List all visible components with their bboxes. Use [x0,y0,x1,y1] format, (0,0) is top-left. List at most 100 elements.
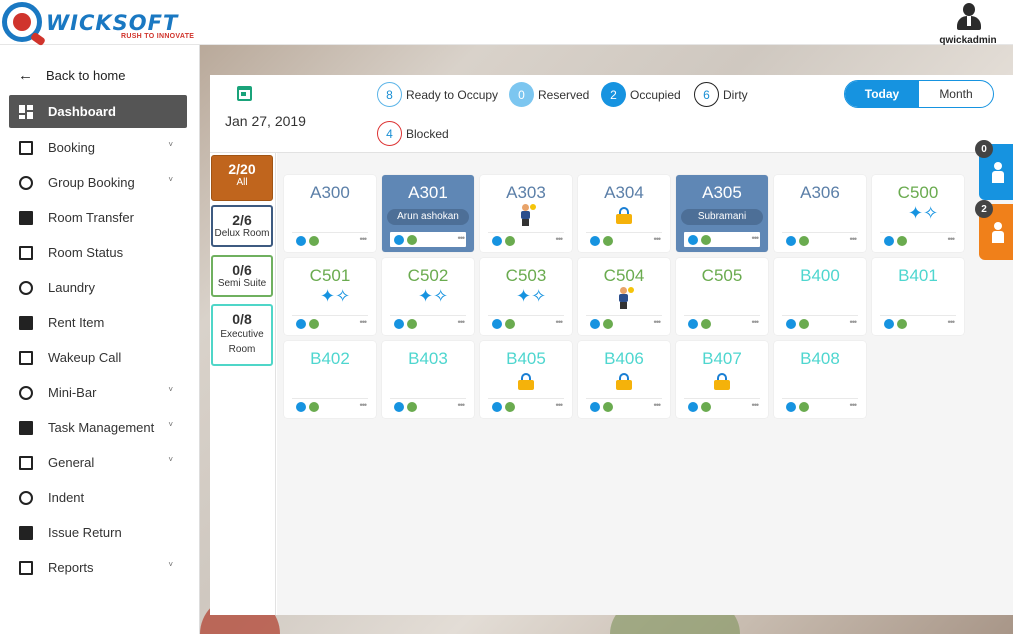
more-options-icon[interactable]: ••• [360,400,368,410]
sidebar-item-laundry[interactable]: Laundry [9,270,187,305]
room-status-icon[interactable] [701,402,711,412]
booking-icon[interactable] [688,402,698,412]
room-status-icon[interactable] [603,236,613,246]
booking-icon[interactable] [688,235,698,245]
stat-dirty[interactable]: 6 Dirty [694,82,748,107]
room-tile[interactable]: A303 ••• [480,175,572,252]
more-options-icon[interactable]: ••• [948,234,956,244]
room-status-icon[interactable] [799,236,809,246]
room-tile[interactable]: C503 ✦✧ ••• [480,258,572,335]
booking-icon[interactable] [590,319,600,329]
booking-icon[interactable] [590,402,600,412]
room-status-icon[interactable] [799,402,809,412]
sidebar-item-room-status[interactable]: Room Status [9,235,187,270]
booking-icon[interactable] [786,319,796,329]
room-status-icon[interactable] [309,319,319,329]
room-tile[interactable]: C501 ✦✧ ••• [284,258,376,335]
sidebar-item-room-transfer[interactable]: Room Transfer [9,200,187,235]
filter-executive-room[interactable]: 0/8 Executive Room [211,304,273,366]
booking-icon[interactable] [786,236,796,246]
toggle-month-button[interactable]: Month [919,81,993,107]
room-tile[interactable]: B407 ••• [676,341,768,418]
toggle-today-button[interactable]: Today [845,81,919,107]
user-menu[interactable]: qwickadmin [938,0,998,46]
calendar-icon[interactable] [237,86,252,101]
stat-occupied[interactable]: 2 Occupied [601,82,681,107]
room-tile[interactable]: C500 ✦✧ ••• [872,175,964,252]
stat-ready-to-occupy[interactable]: 8 Ready to Occupy [377,82,498,107]
booking-icon[interactable] [492,402,502,412]
sidebar-item-group-booking[interactable]: Group Booking ˅ [9,165,187,200]
room-status-icon[interactable] [603,319,613,329]
booking-icon[interactable] [296,402,306,412]
room-tile[interactable]: A300 ••• [284,175,376,252]
sidebar-item-task-management[interactable]: Task Management ˅ [9,410,187,445]
sidebar-item-rent-item[interactable]: Rent Item [9,305,187,340]
booking-icon[interactable] [786,402,796,412]
chevron-down-icon[interactable]: ˅ [168,455,173,464]
filter-semi-suite[interactable]: 0/6 Semi Suite [211,255,273,297]
more-options-icon[interactable]: ••• [752,233,760,243]
more-options-icon[interactable]: ••• [556,234,564,244]
booking-icon[interactable] [884,236,894,246]
room-tile[interactable]: B405 ••• [480,341,572,418]
sidebar-item-dashboard[interactable]: Dashboard [9,95,187,128]
sidebar-item-issue-return[interactable]: Issue Return [9,515,187,550]
booking-icon[interactable] [394,402,404,412]
more-options-icon[interactable]: ••• [458,400,466,410]
room-tile[interactable]: B400 ••• [774,258,866,335]
sidebar-item-wakeup-call[interactable]: Wakeup Call [9,340,187,375]
room-status-icon[interactable] [603,402,613,412]
room-status-icon[interactable] [897,319,907,329]
room-status-icon[interactable] [309,402,319,412]
booking-icon[interactable] [296,236,306,246]
room-tile[interactable]: B403 ••• [382,341,474,418]
sidebar-item-booking[interactable]: Booking ˅ [9,130,187,165]
room-tile[interactable]: A304 ••• [578,175,670,252]
more-options-icon[interactable]: ••• [850,317,858,327]
booking-icon[interactable] [590,236,600,246]
more-options-icon[interactable]: ••• [458,233,466,243]
room-status-icon[interactable] [407,402,417,412]
room-tile[interactable]: B402 ••• [284,341,376,418]
sidebar-item-indent[interactable]: Indent [9,480,187,515]
booking-icon[interactable] [492,236,502,246]
room-tile[interactable]: C504 ••• [578,258,670,335]
chevron-down-icon[interactable]: ˅ [168,175,173,184]
more-options-icon[interactable]: ••• [360,317,368,327]
room-status-icon[interactable] [407,235,417,245]
stat-blocked[interactable]: 4 Blocked [377,121,449,146]
stat-reserved[interactable]: 0 Reserved [509,82,589,107]
more-options-icon[interactable]: ••• [360,234,368,244]
room-tile[interactable]: A306 ••• [774,175,866,252]
room-tile[interactable]: A301 Arun ashokan ••• [382,175,474,252]
sidebar-item-reports[interactable]: Reports ˅ [9,550,187,585]
room-status-icon[interactable] [799,319,809,329]
sidebar-item-mini-bar[interactable]: Mini-Bar ˅ [9,375,187,410]
chevron-down-icon[interactable]: ˅ [168,560,173,569]
booking-icon[interactable] [394,235,404,245]
reception-side-button[interactable]: 0 [975,140,1013,200]
room-tile[interactable]: A305 Subramani ••• [676,175,768,252]
chevron-down-icon[interactable]: ˅ [168,385,173,394]
room-tile[interactable]: C502 ✦✧ ••• [382,258,474,335]
room-tile[interactable]: B406 ••• [578,341,670,418]
booking-icon[interactable] [688,319,698,329]
room-tile[interactable]: C505 ••• [676,258,768,335]
more-options-icon[interactable]: ••• [752,317,760,327]
more-options-icon[interactable]: ••• [752,400,760,410]
booking-icon[interactable] [884,319,894,329]
more-options-icon[interactable]: ••• [850,400,858,410]
booking-icon[interactable] [492,319,502,329]
room-status-icon[interactable] [309,236,319,246]
room-status-icon[interactable] [897,236,907,246]
more-options-icon[interactable]: ••• [654,234,662,244]
more-options-icon[interactable]: ••• [948,317,956,327]
room-status-icon[interactable] [505,402,515,412]
filter-delux-room[interactable]: 2/6 Delux Room [211,205,273,247]
more-options-icon[interactable]: ••• [850,234,858,244]
room-tile[interactable]: B408 ••• [774,341,866,418]
room-status-icon[interactable] [505,319,515,329]
more-options-icon[interactable]: ••• [654,400,662,410]
more-options-icon[interactable]: ••• [654,317,662,327]
